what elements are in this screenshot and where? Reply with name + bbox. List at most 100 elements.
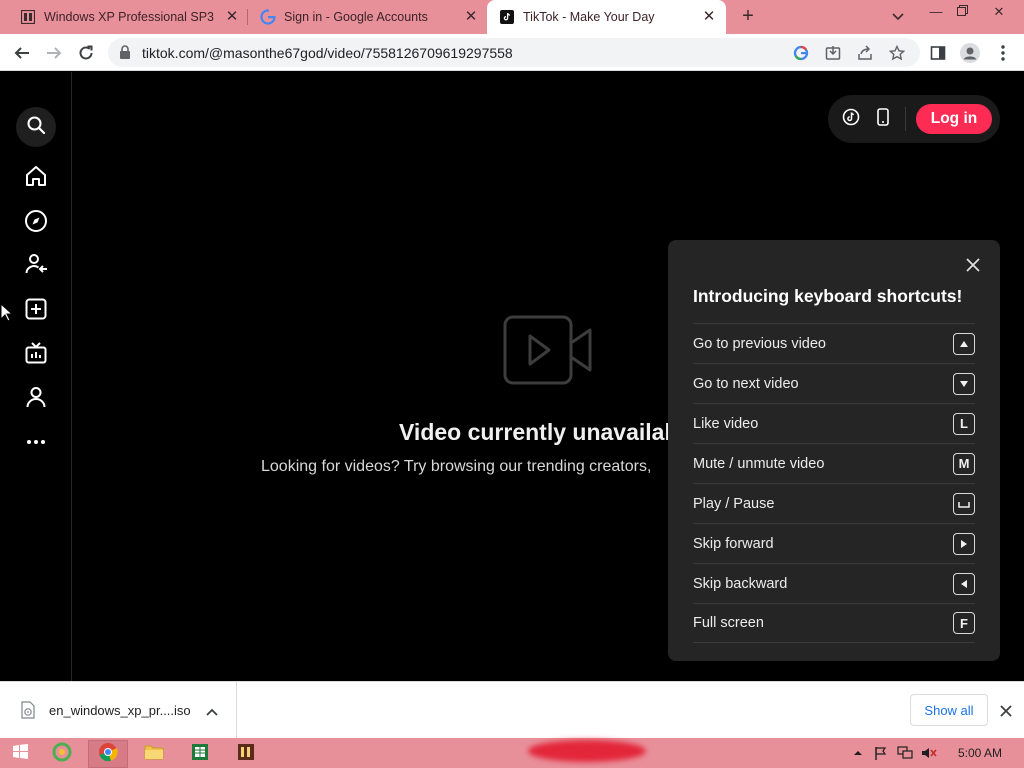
browser-toolbar: tiktok.com/@masonthe67god/video/75581267… (0, 34, 1024, 71)
top-right-actions: Log in (828, 95, 1000, 143)
folder-icon (144, 744, 164, 765)
divider (905, 107, 906, 131)
taskbar-app-excel[interactable] (180, 740, 220, 768)
shortcut-key: F (953, 612, 975, 634)
flag-icon[interactable] (873, 745, 889, 761)
down-arrow-key-icon (953, 372, 975, 395)
more-icon (26, 432, 46, 450)
nav-more[interactable] (20, 425, 52, 457)
shortcut-row: Skip backward (693, 563, 975, 603)
tab-windows-xp[interactable]: Windows XP Professional SP3 x86 ✕ (0, 0, 247, 34)
login-button[interactable]: Log in (916, 104, 992, 134)
mouse-cursor-icon (0, 302, 14, 328)
lock-icon[interactable] (119, 45, 131, 64)
shortcut-key: M (953, 452, 975, 475)
start-button[interactable] (0, 740, 40, 768)
tab-tiktok[interactable]: TikTok - Make Your Day ✕ (487, 0, 726, 34)
video-camera-icon (503, 315, 593, 390)
shortcut-row: Skip forward (693, 523, 975, 563)
install-app-icon[interactable] (823, 43, 843, 63)
download-file-name: en_windows_xp_pr....iso (49, 703, 191, 718)
nav-home[interactable] (20, 162, 52, 194)
nav-explore[interactable] (20, 207, 52, 239)
shortcut-label: Play / Pause (693, 495, 775, 512)
google-logo-icon (260, 9, 276, 25)
side-panel-icon[interactable] (927, 42, 949, 64)
keyboard-shortcuts-popup: Introducing keyboard shortcuts! Go to pr… (668, 240, 1000, 661)
coins-button[interactable] (839, 107, 863, 131)
nav-following[interactable] (20, 250, 52, 282)
shortcut-label: Mute / unmute video (693, 455, 825, 472)
shortcuts-title: Introducing keyboard shortcuts! (693, 286, 963, 306)
forward-button[interactable] (43, 42, 65, 64)
search-icon (26, 115, 46, 140)
tiktok-logo-icon (499, 9, 515, 25)
tab-title: TikTok - Make Your Day (523, 10, 655, 24)
tab-title: Windows XP Professional SP3 x86 (44, 10, 216, 24)
iso-file-icon (20, 9, 36, 25)
chevron-up-icon[interactable] (205, 704, 219, 722)
taskbar-app-explorer[interactable] (134, 740, 174, 768)
close-icon[interactable]: ✕ (224, 9, 240, 25)
tab-strip: Windows XP Professional SP3 x86 ✕ Sign i… (0, 0, 1024, 34)
clock[interactable]: 5:00 AM (958, 746, 1002, 760)
nav-upload[interactable] (20, 295, 52, 327)
taskbar-app-media[interactable] (226, 740, 266, 768)
taskbar-app-chrome[interactable] (88, 740, 128, 768)
volume-muted-icon[interactable] (921, 745, 937, 761)
show-all-button[interactable]: Show all (910, 694, 988, 726)
shortcut-key: L (953, 412, 975, 435)
new-tab-button[interactable]: + (738, 5, 758, 27)
bookmark-star-icon[interactable] (887, 43, 907, 63)
download-item[interactable]: en_windows_xp_pr....iso (0, 682, 237, 738)
back-button[interactable] (11, 42, 33, 64)
shortcut-label: Skip forward (693, 535, 774, 552)
close-icon[interactable]: ✕ (463, 9, 479, 25)
video-unavailable-title: Video currently unavailal (399, 419, 671, 445)
close-icon[interactable] (996, 701, 1016, 721)
nav-live[interactable] (20, 339, 52, 371)
restore-button[interactable] (951, 3, 973, 21)
shortcut-row: Mute / unmute video M (693, 443, 975, 483)
tiktok-coin-icon (842, 108, 860, 131)
get-app-button[interactable] (871, 107, 895, 131)
close-window-button[interactable]: ✕ (988, 3, 1010, 21)
nav-profile[interactable] (20, 383, 52, 415)
shortcut-label: Go to previous video (693, 335, 826, 352)
close-icon[interactable]: ✕ (701, 9, 717, 25)
shortcut-label: Skip backward (693, 575, 788, 592)
left-arrow-key-icon (953, 572, 975, 595)
tab-title: Sign in - Google Accounts (284, 10, 428, 24)
profile-avatar[interactable] (959, 42, 981, 64)
search-button[interactable] (16, 107, 56, 147)
tab-google-signin[interactable]: Sign in - Google Accounts ✕ (240, 0, 487, 34)
show-hidden-icons-icon[interactable] (850, 745, 866, 761)
explore-icon (24, 209, 48, 238)
up-arrow-key-icon (953, 332, 975, 355)
reload-button[interactable] (75, 42, 97, 64)
google-lens-icon[interactable] (791, 43, 811, 63)
windows-taskbar: 5:00 AM (0, 738, 1024, 768)
more-menu-icon[interactable] (992, 42, 1014, 64)
shortcuts-list: Go to previous video Go to next video Li… (693, 323, 975, 643)
green-refresh-icon (52, 742, 72, 767)
address-bar[interactable]: tiktok.com/@masonthe67god/video/75581267… (108, 38, 920, 67)
tab-search-icon[interactable] (887, 8, 909, 26)
space-key-icon (953, 492, 975, 515)
media-app-icon (237, 743, 255, 766)
shortcut-label: Go to next video (693, 375, 799, 392)
shortcut-row: Go to previous video (693, 323, 975, 363)
windows-logo-icon (12, 744, 28, 764)
live-icon (24, 341, 48, 370)
network-icon[interactable] (897, 745, 913, 761)
tiktok-sidebar (0, 72, 72, 681)
file-icon (20, 701, 36, 724)
mobile-phone-icon (876, 107, 890, 131)
shortcut-row: Full screen F (693, 603, 975, 643)
shortcut-row: Play / Pause (693, 483, 975, 523)
shortcut-row: Like video L (693, 403, 975, 443)
share-icon[interactable] (855, 43, 875, 63)
close-icon[interactable] (964, 256, 982, 274)
minimize-button[interactable]: — (925, 3, 947, 21)
taskbar-app-refresh[interactable] (42, 740, 82, 768)
